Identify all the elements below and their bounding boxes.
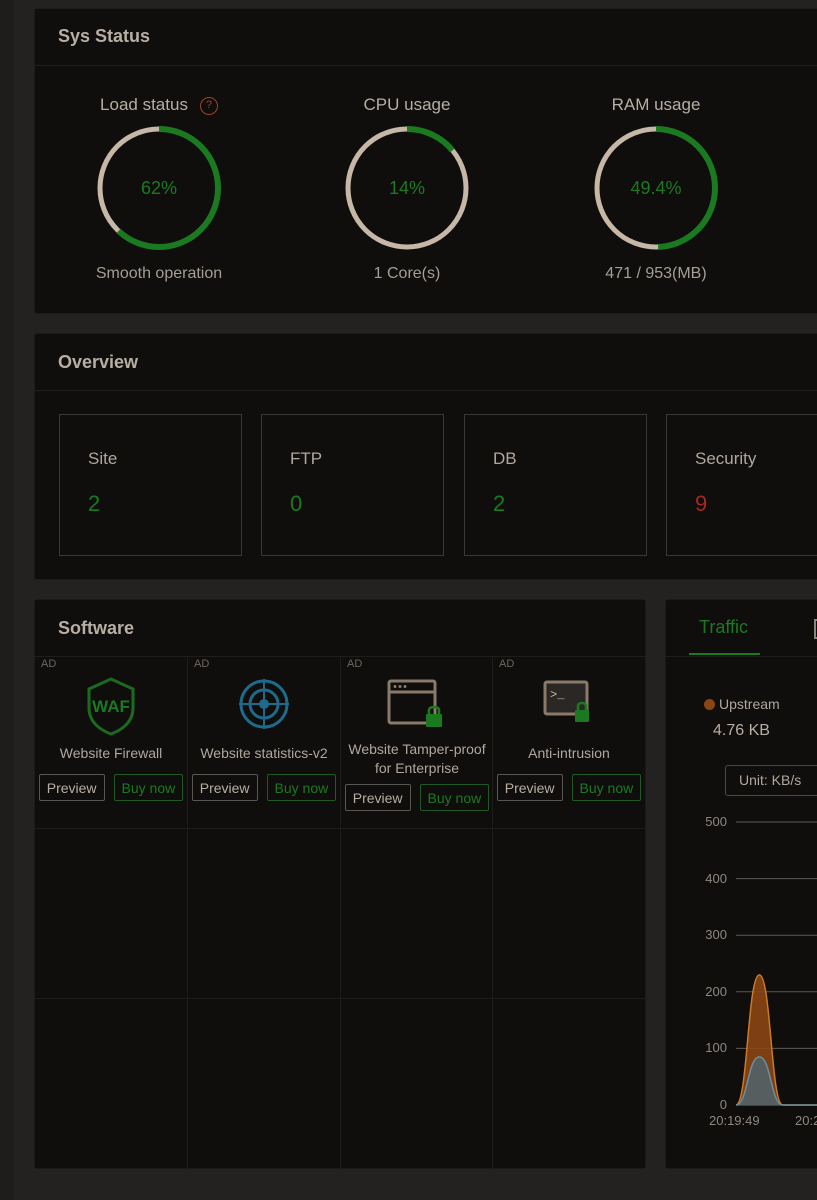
- software-name: Website Tamper-proof for Enterprise: [348, 741, 486, 776]
- overview-security[interactable]: Security 9: [666, 414, 817, 556]
- ad-badge: AD: [347, 658, 363, 670]
- browser-lock-icon: [387, 679, 442, 727]
- software-item: AD Website statistics-v2 Preview Buy now: [188, 656, 340, 828]
- software-name: Website statistics-v2: [200, 745, 328, 761]
- overview-label: Security: [695, 449, 757, 468]
- ram-usage-label: RAM usage: [611, 95, 701, 114]
- buy-now-button[interactable]: Buy now: [419, 784, 490, 811]
- preview-button[interactable]: Preview: [191, 774, 258, 801]
- grid-line: [35, 828, 647, 829]
- buy-now-button[interactable]: Buy now: [113, 774, 184, 801]
- waf-shield-icon: WAF: [87, 677, 135, 736]
- cpu-ring: 14%: [345, 126, 469, 250]
- grid-line: [35, 998, 647, 999]
- overview-panel: Overview Site 2 FTP 0 DB 2 Security 9: [34, 333, 817, 580]
- upstream-value: 4.76 KB: [713, 722, 770, 739]
- software-name: Website Firewall: [59, 745, 163, 761]
- software-name: Anti-intrusion: [528, 745, 610, 761]
- software-actions: Preview Buy now: [35, 774, 187, 801]
- preview-button[interactable]: Preview: [38, 774, 105, 801]
- ram-usage-value: 49.4%: [630, 178, 681, 198]
- software-title: Software: [58, 618, 135, 638]
- overview-value: 2: [88, 491, 101, 516]
- traffic-panel: Traffic Upstream 4.76 KB Unit: KB/s 500 …: [665, 599, 817, 1169]
- software-item: AD WAF Website Firewall Preview Buy now: [35, 656, 187, 828]
- cpu-usage-gauge[interactable]: CPU usage 14% 1 Core(s): [327, 93, 487, 283]
- ad-badge: AD: [194, 658, 210, 670]
- terminal-lock-icon: >_: [543, 680, 589, 722]
- divider: [666, 656, 817, 657]
- overview-site[interactable]: Site 2: [59, 414, 242, 556]
- software-item: AD Website Tamper-proof for Enterprise P…: [341, 656, 493, 828]
- tab-underline: [689, 653, 760, 655]
- load-status-gauge[interactable]: Load status? 62% Smooth operation: [79, 93, 239, 283]
- software-actions: Preview Buy now: [188, 774, 340, 801]
- preview-button[interactable]: Preview: [344, 784, 411, 811]
- ram-usage-sub: 471 / 953(MB): [605, 265, 707, 282]
- overview-label: Site: [88, 449, 118, 468]
- software-item: AD >_ Anti-intrusion Preview Buy now: [493, 656, 645, 828]
- upstream-label: Upstream: [719, 696, 780, 712]
- sys-status-title: Sys Status: [58, 26, 151, 46]
- ram-ring: 49.4%: [594, 126, 718, 250]
- load-status-value: 62%: [141, 178, 177, 198]
- buy-now-button[interactable]: Buy now: [571, 774, 642, 801]
- radar-target-icon: [239, 679, 289, 729]
- software-actions: Preview Buy now: [341, 784, 493, 811]
- sys-status-panel: Sys Status Load status? 62% Smooth opera…: [34, 8, 817, 314]
- ad-badge: AD: [499, 658, 515, 670]
- overview-title: Overview: [58, 352, 139, 372]
- ad-badge: AD: [41, 658, 57, 670]
- software-panel: Software AD WAF Website Firewall Preview…: [34, 599, 647, 1170]
- load-status-sub: Smooth operation: [95, 265, 223, 282]
- divider: [35, 390, 817, 391]
- divider: [35, 65, 817, 66]
- cpu-usage-sub: 1 Core(s): [373, 265, 441, 282]
- svg-text:>_: >_: [550, 688, 565, 702]
- help-icon[interactable]: ?: [199, 97, 218, 115]
- overview-label: DB: [493, 449, 517, 468]
- preview-button[interactable]: Preview: [496, 774, 563, 801]
- load-status-label-row: Load status?: [79, 93, 239, 117]
- overview-value: 0: [290, 491, 303, 516]
- upstream-legend-dot: [704, 699, 715, 710]
- cpu-usage-label: CPU usage: [363, 95, 451, 114]
- software-grid: AD WAF Website Firewall Preview Buy now …: [35, 656, 647, 1170]
- load-status-label: Load status: [100, 95, 188, 114]
- ram-usage-gauge[interactable]: RAM usage 49.4% 471 / 953(MB): [576, 93, 736, 283]
- left-edge-strip: [0, 0, 14, 1200]
- overview-ftp[interactable]: FTP 0: [261, 414, 444, 556]
- overview-value: 9: [695, 491, 708, 516]
- svg-text:WAF: WAF: [92, 697, 130, 716]
- overview-db[interactable]: DB 2: [464, 414, 647, 556]
- traffic-chart: [735, 821, 817, 1106]
- overview-value: 2: [493, 491, 506, 516]
- cpu-usage-value: 14%: [389, 178, 425, 198]
- software-actions: Preview Buy now: [493, 774, 645, 801]
- tab-traffic[interactable]: Traffic: [699, 617, 748, 638]
- overview-label: FTP: [290, 449, 323, 468]
- load-ring: 62%: [97, 126, 221, 250]
- buy-now-button[interactable]: Buy now: [266, 774, 337, 801]
